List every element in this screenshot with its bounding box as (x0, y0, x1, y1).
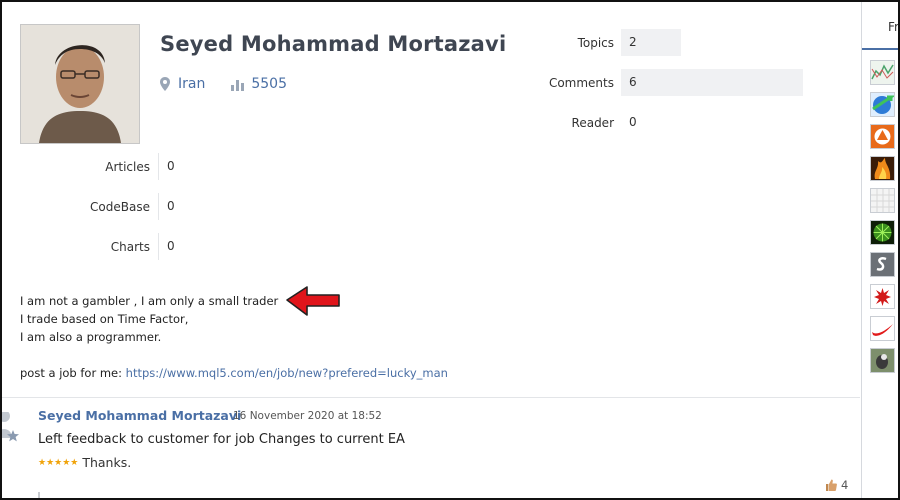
profile-meta: Iran 5505 (160, 76, 287, 92)
friend-avatar-3[interactable] (870, 124, 895, 149)
about-spacer (20, 346, 448, 364)
stat-value-charts[interactable]: 0 (158, 233, 218, 260)
profile-rating[interactable]: 5505 (251, 76, 287, 92)
swoosh-icon (872, 324, 893, 336)
s-logo-icon (871, 253, 894, 276)
red-arrow-icon (286, 286, 340, 316)
stat-label-comments: Comments (548, 76, 614, 90)
red-splat-icon (874, 288, 891, 306)
stat-label-codebase: CodeBase (90, 200, 150, 214)
bird-photo-icon (871, 349, 894, 372)
about-line-3: I am also a programmer. (20, 330, 162, 344)
globe-arrow-icon (872, 95, 894, 114)
stat-label-charts: Charts (110, 240, 150, 254)
job-link[interactable]: https://www.mql5.com/en/job/new?prefered… (126, 366, 448, 380)
stat-value-topics[interactable]: 2 (621, 29, 681, 56)
stat-label-articles: Articles (105, 160, 150, 174)
tab-friends[interactable]: Fr (888, 20, 898, 34)
user-star-icon (2, 412, 19, 442)
friend-avatar-7[interactable] (870, 252, 895, 277)
stat-label-reader: Reader (571, 116, 614, 130)
pattern-icon (871, 189, 894, 212)
stat-value-articles[interactable]: 0 (158, 153, 218, 180)
feed-date: 16 November 2020 at 18:52 (233, 410, 382, 422)
feed-rating: ★★★★★ Thanks. (38, 455, 131, 470)
friend-avatar-1[interactable] (870, 60, 895, 85)
friend-avatar-4[interactable] (870, 156, 895, 181)
friend-avatar-2[interactable] (870, 92, 895, 117)
feed-author-link[interactable]: Seyed Mohammad Mortazavi (38, 408, 241, 423)
next-item-edge (38, 492, 40, 498)
about-line-2: I trade based on Time Factor, (20, 312, 189, 326)
stat-value-codebase[interactable]: 0 (158, 193, 218, 220)
like-count: 4 (841, 478, 849, 492)
fire-icon (874, 158, 891, 179)
chart-thumb-icon (871, 64, 894, 80)
profile-main: Seyed Mohammad Mortazavi Iran 5505 Topic… (2, 2, 860, 498)
stat-label-topics: Topics (577, 36, 614, 50)
rating-bars-icon (231, 79, 245, 91)
friend-avatar-5[interactable] (870, 188, 895, 213)
thumbs-up-icon (826, 479, 837, 491)
like-button[interactable]: 4 (826, 478, 848, 492)
friend-avatar-10[interactable] (870, 348, 895, 373)
rating-text: Thanks. (82, 455, 132, 470)
about-job-line: post a job for me: https://www.mql5.com/… (20, 364, 448, 382)
friend-avatar-6[interactable] (870, 220, 895, 245)
page-frame: Seyed Mohammad Mortazavi Iran 5505 Topic… (0, 0, 900, 500)
profile-avatar[interactable] (20, 24, 140, 144)
friend-avatar-8[interactable] (870, 284, 895, 309)
section-divider (2, 397, 860, 398)
profile-name: Seyed Mohammad Mortazavi (160, 32, 507, 56)
tab-active-indicator (862, 48, 898, 50)
friend-avatar-9[interactable] (870, 316, 895, 341)
feed-title[interactable]: Left feedback to customer for job Change… (38, 432, 405, 447)
avatar-photo-icon (21, 25, 139, 143)
stat-value-comments[interactable]: 6 (621, 69, 803, 96)
profile-about: I am not a gambler , I am only a small t… (20, 292, 448, 382)
about-job-prefix: post a job for me: (20, 366, 126, 380)
friends-panel: Fr (861, 2, 898, 498)
stat-value-reader[interactable]: 0 (621, 109, 681, 136)
rating-stars: ★★★★★ (38, 457, 79, 468)
green-sphere-icon (873, 223, 892, 242)
profile-country[interactable]: Iran (178, 76, 205, 92)
about-line-1: I am not a gambler , I am only a small t… (20, 294, 279, 308)
location-pin-icon (160, 77, 170, 91)
orange-badge-icon (874, 128, 891, 145)
